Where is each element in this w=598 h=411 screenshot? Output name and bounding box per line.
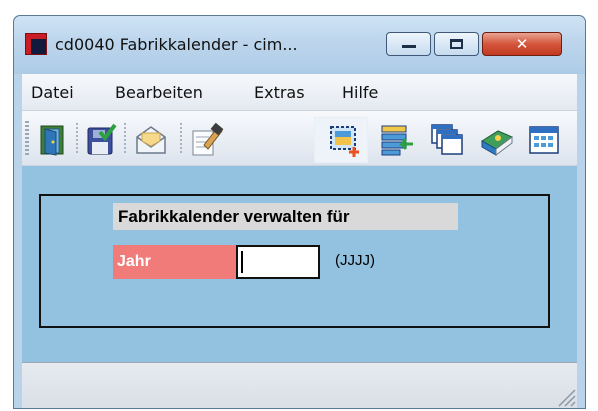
year-format-hint: (JJJJ) [335, 252, 375, 269]
toolbar-separator [124, 123, 126, 155]
close-icon: ✕ [515, 35, 529, 53]
toolbar-grip[interactable] [25, 121, 29, 155]
menu-bar: Datei Bearbeiten Extras Hilfe [22, 74, 577, 110]
year-label: Jahr [113, 245, 236, 279]
toolbar-separator [76, 123, 78, 155]
close-button[interactable]: ✕ [482, 32, 562, 56]
book-icon[interactable] [480, 123, 514, 157]
list-transfer-icon[interactable] [380, 123, 414, 157]
menu-datei[interactable]: Datei [31, 83, 74, 102]
mail-envelope-icon[interactable] [134, 123, 168, 157]
title-bar[interactable]: cd0040 Fabrikkalender - cim... ✕ [14, 16, 585, 74]
exit-door-icon[interactable] [36, 123, 70, 157]
app-icon[interactable] [25, 33, 47, 55]
year-input[interactable] [236, 245, 320, 279]
minimize-button[interactable] [386, 32, 431, 56]
resize-grip-icon[interactable] [553, 384, 577, 408]
toolbar-separator [180, 123, 182, 155]
new-selection-icon[interactable] [328, 123, 362, 157]
maximize-icon [450, 39, 463, 49]
save-check-icon[interactable] [84, 123, 118, 157]
minimize-icon [402, 45, 416, 48]
status-bar [22, 362, 577, 408]
calendar-grid-icon[interactable] [528, 123, 562, 157]
toolbar [22, 110, 577, 166]
menu-hilfe[interactable]: Hilfe [342, 83, 378, 102]
menu-bearbeiten[interactable]: Bearbeiten [115, 83, 203, 102]
edit-properties-icon[interactable] [190, 123, 224, 157]
text-caret [241, 251, 243, 273]
maximize-button[interactable] [434, 32, 479, 56]
window-title: cd0040 Fabrikkalender - cim... [55, 35, 298, 54]
app-window: cd0040 Fabrikkalender - cim... ✕ Datei B… [13, 15, 586, 409]
client-area: Fabrikkalender verwalten für Jahr (JJJJ) [22, 166, 577, 362]
menu-extras[interactable]: Extras [254, 83, 305, 102]
windows-cascade-icon[interactable] [430, 123, 464, 157]
form-header: Fabrikkalender verwalten für [113, 203, 458, 230]
